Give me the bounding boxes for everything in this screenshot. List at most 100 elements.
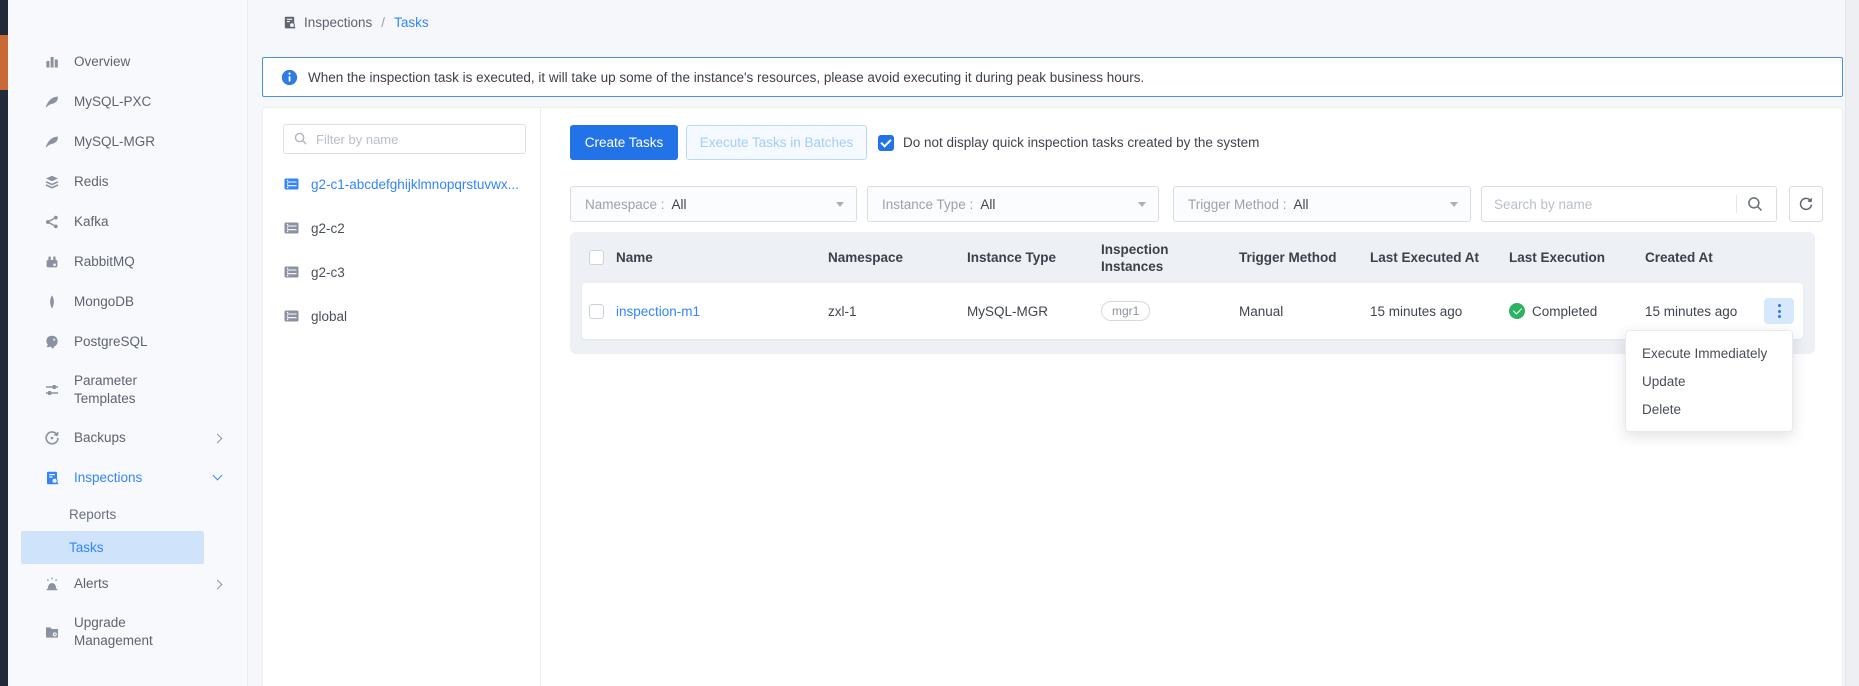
cluster-item-g2-c3[interactable]: g2-c3 <box>283 250 540 294</box>
elephant-icon <box>44 334 60 350</box>
cell-last-executed-at: 15 minutes ago <box>1370 304 1509 319</box>
sliders-icon <box>44 382 60 398</box>
folder-gear-icon <box>44 624 60 640</box>
app-window: Overview MySQL-PXC MySQL-MGR Redis Kafka… <box>0 0 1859 686</box>
sidebar-item-overview[interactable]: Overview <box>8 42 247 82</box>
breadcrumb-section[interactable]: Inspections <box>304 15 372 30</box>
table-row: inspection-m1 zxl-1 MySQL-MGR mgr1 Manua… <box>582 283 1803 339</box>
sidebar-item-reports[interactable]: Reports <box>8 498 247 531</box>
row-checkbox[interactable] <box>589 304 604 319</box>
server-icon <box>283 264 300 280</box>
sidebar-item-backups[interactable]: Backups <box>8 418 247 458</box>
sidebar-item-mysql-mgr[interactable]: MySQL-MGR <box>8 122 247 162</box>
column-header-created-at: Created At <box>1645 249 1764 266</box>
sidebar-item-upgrade-management[interactable]: Upgrade Management <box>8 604 247 660</box>
select-all-checkbox[interactable] <box>589 250 604 265</box>
hide-system-tasks-checkbox[interactable] <box>878 135 894 151</box>
content-card: g2-c1-abcdefghijklmnopqrstuvwx... g2-c2 … <box>262 107 1843 686</box>
trigger-method-select[interactable]: Trigger Method : All <box>1173 186 1471 222</box>
sidebar-item-mysql-pxc[interactable]: MySQL-PXC <box>8 82 247 122</box>
sidebar-item-inspections[interactable]: Inspections <box>8 458 247 498</box>
search-icon[interactable] <box>1746 195 1764 213</box>
server-icon <box>283 308 300 324</box>
vertical-scrollbar[interactable] <box>1845 0 1859 686</box>
rabbit-icon <box>44 254 60 270</box>
inspection-icon <box>282 15 297 30</box>
search-box <box>1481 186 1777 222</box>
sidebar-item-alerts[interactable]: Alerts <box>8 564 247 604</box>
column-header-inspection-instances: Inspection Instances <box>1101 241 1239 275</box>
status-text: Completed <box>1532 304 1597 319</box>
sidebar-item-kafka[interactable]: Kafka <box>8 202 247 242</box>
chevron-right-icon <box>213 433 223 443</box>
caret-down-icon <box>1138 202 1146 207</box>
menu-item-update[interactable]: Update <box>1626 367 1792 395</box>
filter-row: Namespace : All Instance Type : All Trig… <box>570 186 1823 222</box>
row-actions-button[interactable] <box>1764 298 1794 324</box>
column-header-last-execution: Last Execution <box>1509 249 1645 266</box>
inspection-icon <box>44 470 60 486</box>
info-icon <box>281 69 298 86</box>
sidebar-item-redis[interactable]: Redis <box>8 162 247 202</box>
sidebar-item-postgresql[interactable]: PostgreSQL <box>8 322 247 362</box>
refresh-icon <box>1798 196 1814 212</box>
sidebar-item-tasks[interactable]: Tasks <box>21 531 204 564</box>
leaf-icon <box>44 294 60 310</box>
caret-down-icon <box>1450 202 1458 207</box>
cluster-panel: g2-c1-abcdefghijklmnopqrstuvwx... g2-c2 … <box>263 108 541 686</box>
namespace-select[interactable]: Namespace : All <box>570 186 857 222</box>
kebab-menu-icon <box>1778 304 1781 307</box>
column-header-last-executed-at: Last Executed At <box>1370 249 1509 266</box>
server-icon <box>283 220 300 236</box>
input-divider <box>1736 195 1737 213</box>
cell-instance-type: MySQL-MGR <box>967 304 1101 319</box>
menu-item-execute-immediately[interactable]: Execute Immediately <box>1626 339 1792 367</box>
breadcrumb: Inspections / Tasks <box>282 11 429 33</box>
chevron-right-icon <box>213 579 223 589</box>
row-action-menu: Execute Immediately Update Delete <box>1625 330 1793 432</box>
toolbar: Create Tasks Execute Tasks in Batches Do… <box>570 125 1259 160</box>
cell-trigger-method: Manual <box>1239 304 1370 319</box>
banner-text: When the inspection task is executed, it… <box>308 70 1144 85</box>
column-header-trigger-method: Trigger Method <box>1239 249 1370 266</box>
instance-badge: mgr1 <box>1101 301 1150 321</box>
breadcrumb-current[interactable]: Tasks <box>394 15 429 30</box>
search-icon <box>293 131 308 146</box>
sidebar: Overview MySQL-PXC MySQL-MGR Redis Kafka… <box>8 0 248 686</box>
cell-namespace: zxl-1 <box>828 304 967 319</box>
sidebar-item-mongodb[interactable]: MongoDB <box>8 282 247 322</box>
search-input[interactable] <box>1481 186 1777 222</box>
column-header-namespace: Namespace <box>828 249 967 266</box>
instance-type-select[interactable]: Instance Type : All <box>867 186 1159 222</box>
column-header-name: Name <box>616 249 828 266</box>
dolphin-icon <box>44 134 60 150</box>
task-name-link[interactable]: inspection-m1 <box>616 304 700 319</box>
server-icon <box>283 176 300 192</box>
collapsed-rail <box>0 0 8 686</box>
create-tasks-button[interactable]: Create Tasks <box>570 125 678 160</box>
dolphin-icon <box>44 94 60 110</box>
table-header: Name Namespace Instance Type Inspection … <box>570 232 1815 283</box>
caret-down-icon <box>836 202 844 207</box>
execute-batches-button[interactable]: Execute Tasks in Batches <box>686 125 867 160</box>
menu-item-delete[interactable]: Delete <box>1626 395 1792 423</box>
cell-created-at: 15 minutes ago <box>1645 304 1764 319</box>
refresh-button[interactable] <box>1789 186 1823 222</box>
cluster-item-g2-c2[interactable]: g2-c2 <box>283 206 540 250</box>
chevron-down-icon <box>213 471 223 481</box>
info-banner: When the inspection task is executed, it… <box>262 57 1843 97</box>
cluster-list: g2-c1-abcdefghijklmnopqrstuvwx... g2-c2 … <box>283 162 540 338</box>
sidebar-item-parameter-templates[interactable]: Parameter Templates <box>8 362 247 418</box>
bar-chart-icon <box>44 54 60 70</box>
rail-accent-bar <box>0 35 8 90</box>
check-circle-icon <box>1509 303 1525 319</box>
cluster-filter-input[interactable] <box>283 124 526 154</box>
nodes-icon <box>44 214 60 230</box>
cluster-item-g2-c1[interactable]: g2-c1-abcdefghijklmnopqrstuvwx... <box>283 162 540 206</box>
layers-icon <box>44 174 60 190</box>
column-header-instance-type: Instance Type <box>967 249 1101 266</box>
cluster-item-global[interactable]: global <box>283 294 540 338</box>
alarm-icon <box>44 576 60 592</box>
sidebar-item-rabbitmq[interactable]: RabbitMQ <box>8 242 247 282</box>
cell-last-execution: Completed <box>1509 303 1645 319</box>
